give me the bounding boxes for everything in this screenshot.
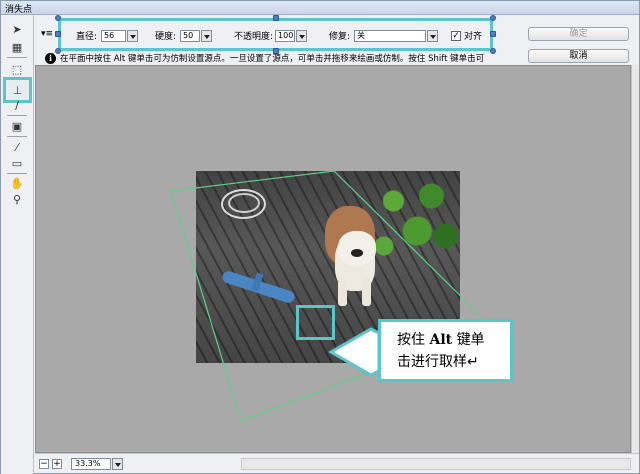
tool-panel: ➤ ▦ ⬚ ⊥ ∕ ▣ ⁄ ▭ ✋ ⚲ xyxy=(1,15,34,474)
create-plane-icon[interactable]: ▦ xyxy=(7,39,27,55)
sample-source-box xyxy=(296,305,335,340)
cancel-button[interactable]: 取消 xyxy=(528,49,629,63)
tool-separator xyxy=(7,115,27,116)
callout-text-a: 按住 xyxy=(397,332,425,348)
bulldog xyxy=(320,196,390,306)
dog-head xyxy=(338,231,376,266)
zoom-in-button[interactable]: + xyxy=(52,458,62,469)
options-highlight-box xyxy=(58,18,493,51)
zoom-field[interactable]: 33.3% xyxy=(71,457,111,470)
callout-text-c: 键单 xyxy=(456,332,485,348)
dog-leg xyxy=(362,278,371,306)
measure-icon[interactable]: ▭ xyxy=(7,155,27,171)
dog-leg xyxy=(338,278,347,306)
highlight-handle xyxy=(490,15,496,21)
coiled-hose-inner xyxy=(228,193,260,213)
brush-icon[interactable]: ∕ xyxy=(7,97,27,113)
marquee-icon[interactable]: ⬚ xyxy=(7,61,27,77)
info-text: 在平面中按住 Alt 键单击可为仿制设置源点。一旦设置了源点，可单击并拖移来绘画… xyxy=(60,54,485,64)
title-bar: 消失点 xyxy=(1,1,639,15)
callout-text-alt: Alt xyxy=(429,332,453,348)
info-bar: i 在平面中按住 Alt 键单击可为仿制设置源点。一旦设置了源点，可单击并拖移来… xyxy=(45,52,484,64)
highlight-handle xyxy=(490,31,496,37)
zoom-out-button[interactable]: − xyxy=(39,458,49,469)
select-arrow-icon[interactable]: ➤ xyxy=(7,21,27,37)
horizontal-scrollbar[interactable] xyxy=(241,458,631,470)
tool-separator xyxy=(7,57,27,58)
highlight-handle xyxy=(273,15,279,21)
vertical-scrollbar[interactable] xyxy=(631,65,639,453)
ok-button[interactable]: 确定 xyxy=(528,27,629,41)
callout-line-1: 按住 Alt 键单 xyxy=(397,329,502,351)
highlight-handle xyxy=(55,31,61,37)
tool-separator xyxy=(7,136,27,137)
eyedropper-icon[interactable]: ⁄ xyxy=(7,139,27,155)
highlight-handle xyxy=(490,48,496,54)
zoom-icon[interactable]: ⚲ xyxy=(7,191,27,207)
hand-icon[interactable]: ✋ xyxy=(7,175,27,191)
vanishing-point-window: 消失点 ➤ ▦ ⬚ ⊥ ∕ ▣ ⁄ ▭ ✋ ⚲ ▾≡ 直径: 56 硬度: 50… xyxy=(0,0,640,474)
brush-menu-icon[interactable]: ▾≡ xyxy=(41,29,53,39)
transform-icon[interactable]: ▣ xyxy=(7,118,27,134)
window-title: 消失点 xyxy=(5,5,33,15)
highlight-handle xyxy=(55,15,61,21)
callout-box: 按住 Alt 键单 击进行取样↵ xyxy=(378,319,513,382)
callout-line-2: 击进行取样↵ xyxy=(397,354,479,370)
zoom-dropdown[interactable] xyxy=(112,457,123,470)
info-icon: i xyxy=(45,52,56,64)
status-bar: − + 33.3% xyxy=(35,453,639,473)
tool-separator xyxy=(7,173,27,174)
